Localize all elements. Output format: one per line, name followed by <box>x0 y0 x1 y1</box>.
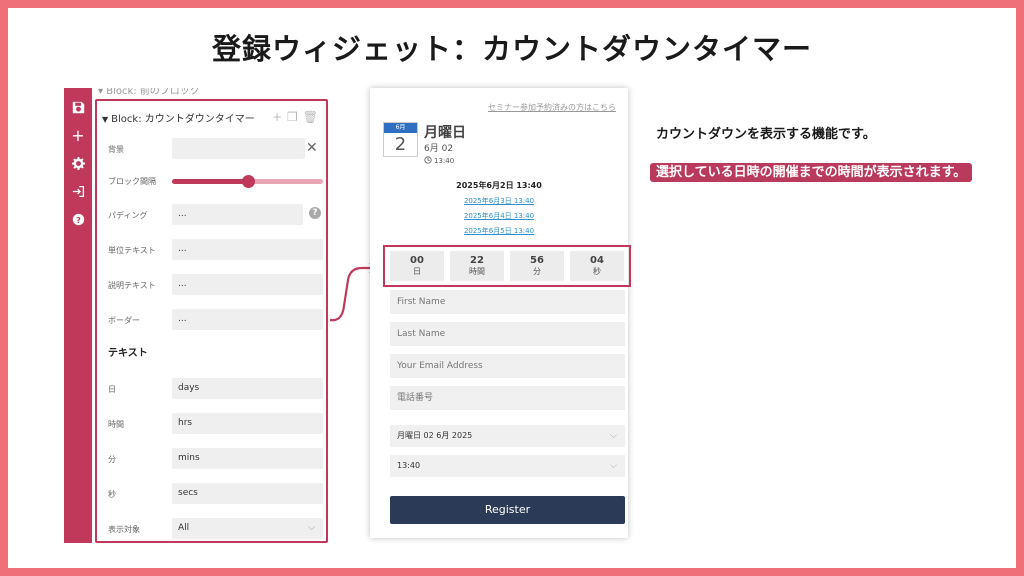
padding-input[interactable]: ... <box>172 204 303 225</box>
countdown-value: 56 <box>530 255 544 266</box>
unit-text-input[interactable]: ... <box>172 239 323 260</box>
countdown-days: 00 日 <box>390 251 444 281</box>
block-spacing-slider[interactable] <box>172 175 323 188</box>
field-label-minutes: 分 <box>108 455 116 464</box>
first-name-input[interactable]: First Name <box>390 290 625 314</box>
block-title: Block: カウントダウンタイマー <box>111 114 255 125</box>
display-target-value: All <box>178 523 190 533</box>
day-date: 6月 02 <box>424 144 454 154</box>
editor-toolbar: + ? <box>64 88 92 543</box>
time-select[interactable]: 13:40 ⌵ <box>390 455 625 477</box>
schedule-link[interactable]: 2025年6月5日 13:40 <box>370 226 628 236</box>
field-label-display-target: 表示対象 <box>108 525 140 534</box>
countdown-unit: 日 <box>413 267 421 276</box>
chevron-down-icon: ⌵ <box>610 461 617 471</box>
description-line-2: 選択している日時の開催までの時間が表示されます。 <box>650 162 980 184</box>
day-name: 月曜日 <box>424 125 466 141</box>
countdown-unit: 時間 <box>469 267 485 276</box>
day-time-text: 13:40 <box>434 157 455 165</box>
field-label-unit-text: 単位テキスト <box>108 246 156 255</box>
field-label-seconds: 秒 <box>108 490 116 499</box>
prev-block-header[interactable]: ▾ Block: 前のブロック <box>98 88 324 96</box>
date-select[interactable]: 月曜日 02 6月 2025 ⌵ <box>390 425 625 447</box>
slide: 登録ウィジェット：カウントダウンタイマー + ? ▾ Block: 前のブロック… <box>8 8 1016 568</box>
schedule-link[interactable]: 2025年6月4日 13:40 <box>370 211 628 221</box>
field-label-padding: パディング <box>108 211 148 220</box>
seconds-input[interactable]: secs <box>172 483 323 504</box>
trash-icon[interactable]: 🗑 <box>303 110 318 124</box>
gear-icon[interactable] <box>64 154 92 174</box>
plus-icon[interactable]: + <box>64 126 92 146</box>
description-highlight: 選択している日時の開催までの時間が表示されます。 <box>650 163 973 182</box>
time-select-value: 13:40 <box>397 461 421 470</box>
countdown-minutes: 56 分 <box>510 251 564 281</box>
date-select-value: 月曜日 02 6月 2025 <box>397 431 473 440</box>
calendar-day: 2 <box>394 134 407 155</box>
description-text-input[interactable]: ... <box>172 274 323 295</box>
countdown-seconds: 04 秒 <box>570 251 624 281</box>
copy-icon[interactable]: ❐ <box>287 110 298 124</box>
clock-icon <box>424 156 432 164</box>
background-input[interactable] <box>172 138 305 159</box>
sign-in-icon[interactable] <box>64 182 92 202</box>
block-header[interactable]: ▼ Block: カウントダウンタイマー + ❐ 🗑 <box>102 110 322 126</box>
save-icon[interactable] <box>64 98 92 118</box>
page-title: 登録ウィジェット：カウントダウンタイマー <box>211 32 812 66</box>
minutes-input[interactable]: mins <box>172 448 323 469</box>
slider-fill <box>172 179 248 184</box>
countdown-hours: 22 時間 <box>450 251 504 281</box>
schedule-link[interactable]: 2025年6月3日 13:40 <box>370 196 628 206</box>
display-target-select[interactable]: All ⌵ <box>172 518 323 539</box>
slider-thumb[interactable] <box>241 175 255 188</box>
email-input[interactable]: Your Email Address <box>390 354 625 378</box>
countdown-unit: 分 <box>533 267 541 276</box>
seminar-reserved-link[interactable]: セミナー参加予約済みの方はこちら <box>488 102 616 113</box>
days-input[interactable]: days <box>172 378 323 399</box>
hours-input[interactable]: hrs <box>172 413 323 434</box>
field-label-hours: 時間 <box>108 420 124 429</box>
calendar-month: 6月 <box>384 123 417 133</box>
selected-schedule: 2025年6月2日 13:40 <box>456 181 542 190</box>
field-label-days: 日 <box>108 385 116 394</box>
last-name-input[interactable]: Last Name <box>390 322 625 346</box>
field-label-block-spacing: ブロック間隔 <box>108 177 156 186</box>
collapse-icon[interactable]: ▼ <box>102 115 108 124</box>
countdown-unit: 秒 <box>593 267 601 276</box>
help-icon[interactable]: ? <box>309 207 321 219</box>
add-icon[interactable]: + <box>272 110 282 124</box>
register-button[interactable]: Register <box>390 496 625 524</box>
svg-text:?: ? <box>76 215 81 225</box>
countdown-value: 04 <box>590 255 604 266</box>
description-line-1: カウントダウンを表示する機能です。 <box>656 127 876 142</box>
field-label-border: ボーダー <box>108 316 140 325</box>
calendar-icon: 6月 2 <box>383 122 418 157</box>
registration-form-preview: セミナー参加予約済みの方はこちら 6月 2 月曜日 6月 02 13:40 20… <box>370 88 631 538</box>
countdown-value: 22 <box>470 255 484 266</box>
chevron-down-icon: ⌵ <box>610 431 617 441</box>
border-input[interactable]: ... <box>172 309 323 330</box>
text-section-title: テキスト <box>108 348 148 359</box>
close-icon[interactable]: ✕ <box>306 140 318 156</box>
block-editor-panel: ▾ Block: 前のブロック ▼ Block: カウントダウンタイマー + ❐ 🗑 … <box>92 88 328 543</box>
field-label-background: 背景 <box>108 145 124 154</box>
countdown-value: 00 <box>410 255 424 266</box>
field-label-description-text: 説明テキスト <box>108 281 156 290</box>
day-time: 13:40 <box>424 156 454 165</box>
chevron-down-icon: ⌵ <box>308 523 315 533</box>
phone-input[interactable]: 電話番号 <box>390 386 625 410</box>
help-icon[interactable]: ? <box>64 210 92 230</box>
